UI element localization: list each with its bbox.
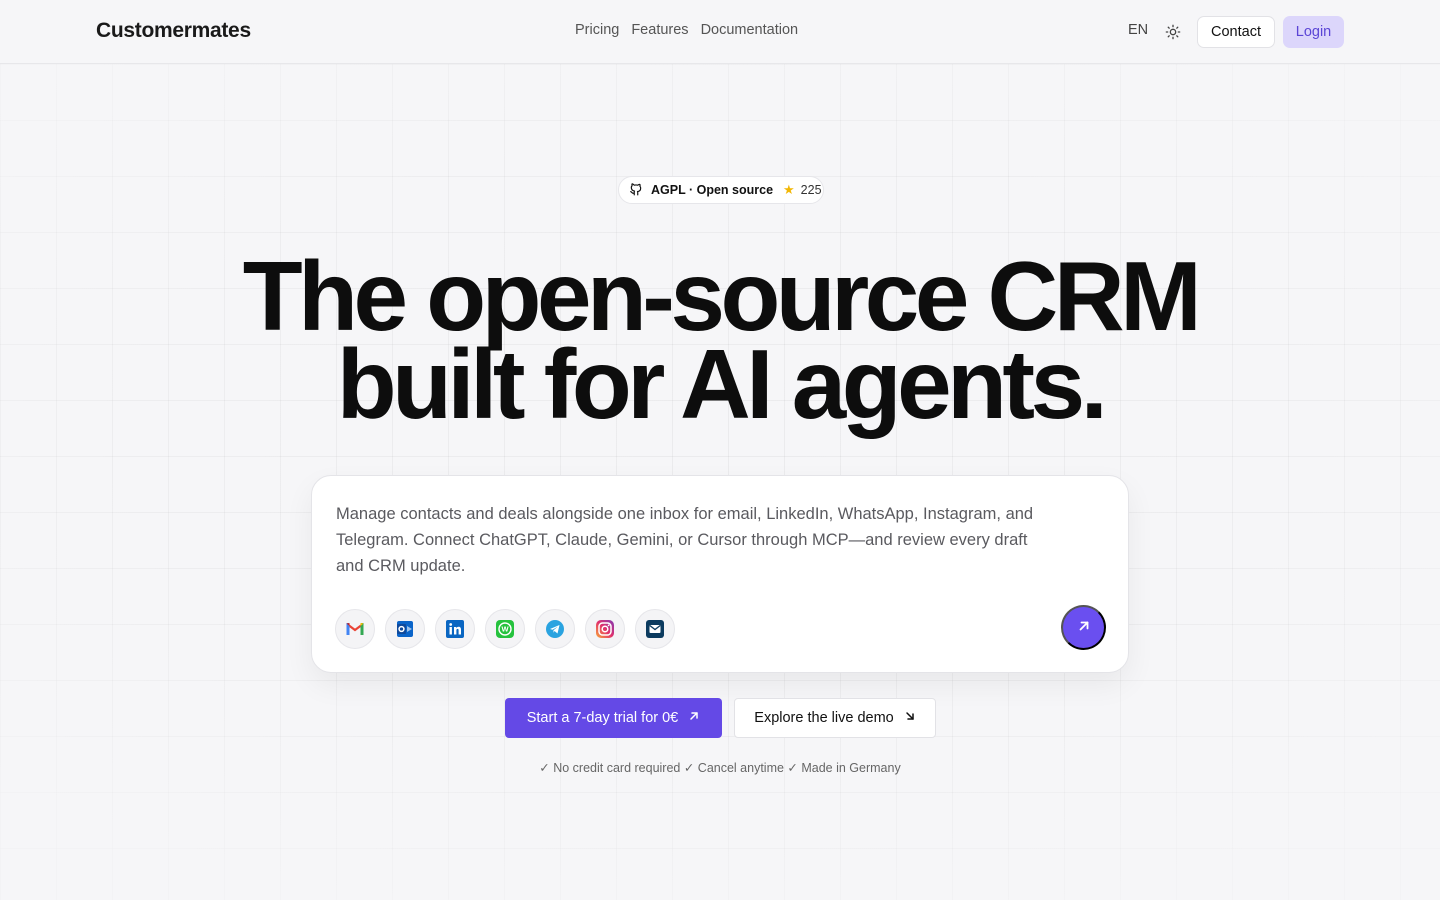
live-demo-label: Explore the live demo [754, 710, 894, 726]
outlook-icon[interactable] [385, 609, 425, 649]
main-nav: Pricing Features Documentation [575, 22, 798, 38]
headline-line-2: built for AI agents. [336, 329, 1108, 439]
top-header: Customermates Pricing Features Documenta… [0, 0, 1440, 64]
start-trial-button[interactable]: Start a 7-day trial for 0€ [505, 698, 722, 738]
contact-button[interactable]: Contact [1197, 16, 1275, 48]
gmail-icon[interactable] [335, 609, 375, 649]
login-button[interactable]: Login [1283, 16, 1344, 48]
linkedin-icon[interactable] [435, 609, 475, 649]
arrow-up-right-icon [1077, 619, 1091, 636]
logo[interactable]: Customermates [96, 19, 251, 43]
nav-documentation[interactable]: Documentation [701, 22, 799, 38]
send-button[interactable] [1061, 605, 1106, 650]
prompt-card: Manage contacts and deals alongside one … [311, 475, 1129, 673]
nav-features[interactable]: Features [631, 22, 688, 38]
trial-footnote: ✓ No credit card required ✓ Cancel anyti… [539, 761, 901, 775]
arrow-up-right-icon [688, 710, 700, 726]
channel-list: W [335, 609, 675, 649]
github-icon [629, 182, 643, 199]
mail-icon[interactable] [635, 609, 675, 649]
star-count: 225 [800, 183, 822, 197]
page-headline: The open-source CRM built for AI agents. [0, 247, 1440, 433]
instagram-icon[interactable] [585, 609, 625, 649]
open-source-badge[interactable]: AGPL · Open source ★ 225 [618, 176, 824, 204]
prompt-description: Manage contacts and deals alongside one … [336, 505, 1034, 575]
svg-text:W: W [501, 625, 509, 634]
sun-icon[interactable] [1163, 22, 1183, 42]
star-icon: ★ [783, 182, 795, 197]
telegram-icon[interactable] [535, 609, 575, 649]
live-demo-button[interactable]: Explore the live demo [734, 698, 936, 738]
whatsapp-icon[interactable]: W [485, 609, 525, 649]
arrow-down-right-icon [904, 710, 916, 726]
nav-pricing[interactable]: Pricing [575, 22, 619, 38]
language-switcher[interactable]: EN [1128, 22, 1148, 38]
start-trial-label: Start a 7-day trial for 0€ [526, 710, 679, 726]
badge-text: AGPL · Open source [651, 183, 774, 197]
